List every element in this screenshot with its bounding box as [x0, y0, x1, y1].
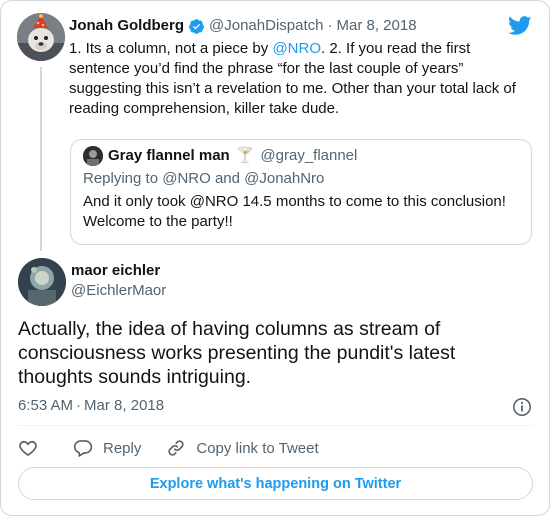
parent-tweet-date[interactable]: Mar 8, 2018 — [336, 16, 416, 36]
quoted-tweet-text: And it only took @NRO 14.5 months to com… — [83, 193, 506, 230]
link-icon — [168, 440, 184, 456]
copy-link-button[interactable]: Copy link to Tweet — [166, 438, 319, 458]
info-icon[interactable] — [512, 397, 532, 417]
explore-label: Explore what's happening on Twitter — [149, 475, 402, 492]
parent-author-name[interactable]: Jonah Goldberg — [69, 16, 184, 36]
timestamp-separator: · — [76, 397, 82, 414]
main-author-name[interactable]: maor eichler — [71, 261, 160, 281]
tweet-actions: Reply Copy link to Tweet — [18, 436, 319, 460]
reply-label: Reply — [103, 439, 142, 457]
mention-link[interactable]: @NRO — [272, 40, 321, 57]
main-author-handle[interactable]: @EichlerMaor — [71, 281, 166, 301]
quoted-tweet[interactable]: Gray flannel man 🍸 @gray_flannel Replyin… — [70, 139, 532, 245]
quoted-author-handle[interactable]: @gray_flannel — [260, 146, 357, 166]
parent-author-avatar[interactable] — [17, 13, 65, 61]
main-tweet-text: Actually, the idea of having columns as … — [18, 318, 456, 388]
like-button[interactable] — [18, 438, 38, 458]
parent-author-handle[interactable]: @JonahDispatch — [209, 16, 323, 36]
tweet-timestamp[interactable]: 6:53 AM · Mar 8, 2018 — [18, 396, 164, 416]
header-separator: · — [327, 17, 333, 34]
twitter-bird-icon[interactable] — [508, 16, 532, 36]
cocktail-glass-icon: 🍸 — [235, 147, 255, 164]
reply-bubble-icon — [73, 440, 93, 457]
reply-button[interactable]: Reply — [73, 438, 141, 458]
copy-link-label: Copy link to Tweet — [196, 439, 319, 457]
tweet-date: Mar 8, 2018 — [84, 397, 165, 414]
parent-tweet-header: Jonah Goldberg @JonahDispatch · Mar 8, 2… — [69, 16, 417, 36]
thread-connector-line — [40, 67, 42, 251]
embedded-tweet-card: Jonah Goldberg @JonahDispatch · Mar 8, 2… — [0, 0, 550, 516]
quoted-author-name[interactable]: Gray flannel man — [108, 146, 230, 166]
verified-badge-icon — [189, 18, 204, 34]
divider — [18, 425, 533, 426]
heart-icon — [19, 440, 37, 457]
tweet-time: 6:53 AM — [18, 397, 74, 414]
main-author-avatar[interactable] — [18, 258, 66, 306]
parent-tweet-text: 1. Its a column, not a piece by @NRO. 2.… — [69, 39, 529, 119]
parent-text-part-1: 1. Its a column, not a piece by — [69, 40, 273, 57]
quoted-author-avatar[interactable] — [83, 146, 103, 166]
quoted-tweet-header: Gray flannel man 🍸 @gray_flannel — [83, 146, 357, 166]
explore-twitter-button[interactable]: Explore what's happening on Twitter — [18, 467, 533, 500]
replying-to-label: Replying to @NRO and @JonahNro — [83, 170, 325, 187]
